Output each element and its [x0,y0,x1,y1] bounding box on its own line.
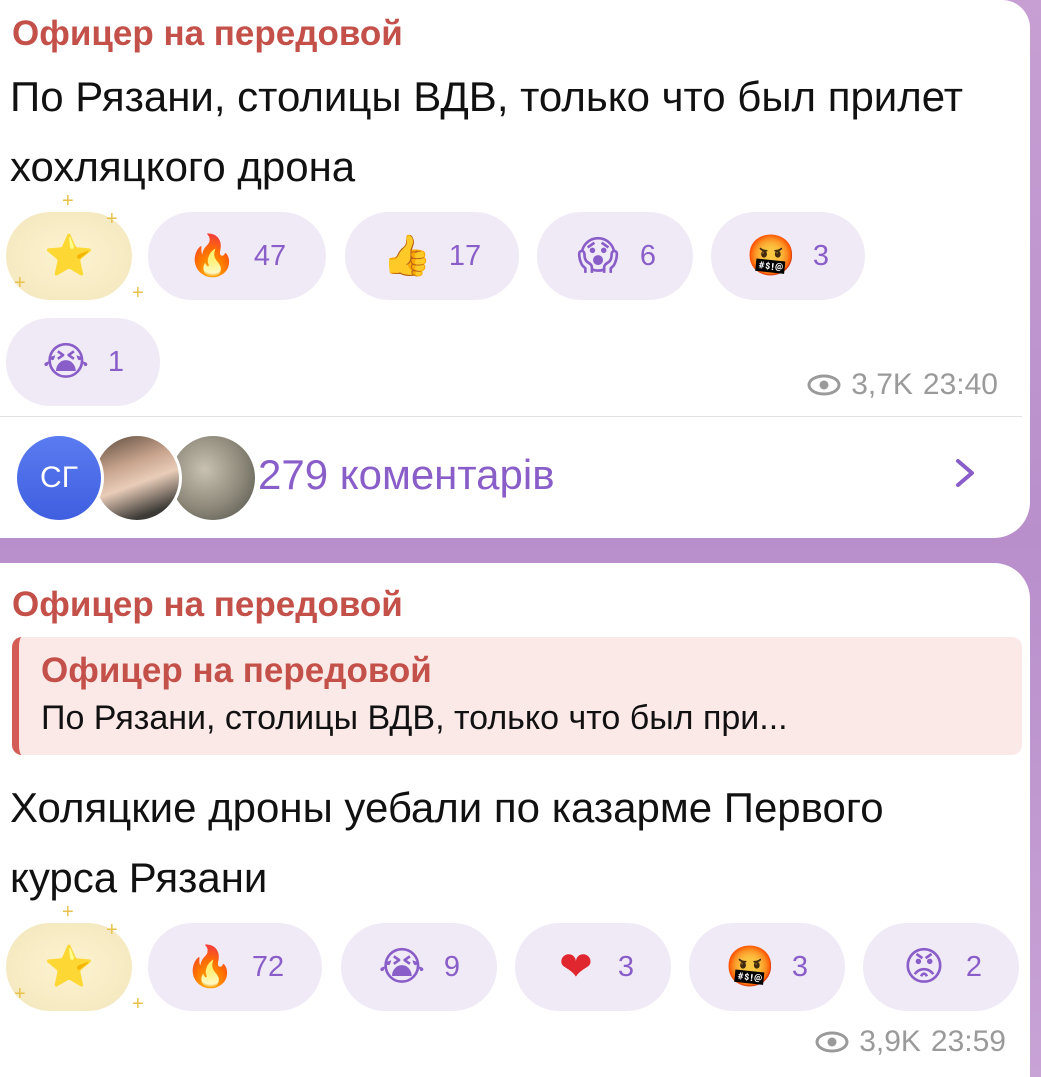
reaction-crying[interactable]: 😭 9 [341,923,497,1011]
avatar: СГ [14,433,104,523]
reaction-count: 9 [443,950,461,983]
comments-button[interactable]: СГ 279 коментарів [0,417,1030,527]
reaction-thumbs-up[interactable]: 👍 17 [345,212,519,300]
reaction-count: 3 [617,950,635,983]
star-reaction[interactable]: ⭐ + + + + [6,190,144,304]
chevron-right-icon [956,459,974,487]
reaction-count: 17 [448,239,482,272]
thumbs-up-icon: 👍 [381,234,432,278]
view-count: 3,7K [851,368,913,401]
reaction-cursing[interactable]: 🤬 3 [711,212,865,300]
reply-text: По Рязани, столицы ВДВ, только что был п… [41,699,788,737]
message-meta: 3,9K 23:59 [815,1025,1006,1059]
reaction-screaming[interactable]: 😱 6 [537,212,693,300]
heart-icon: ❤ [559,945,593,989]
message-bubble[interactable]: Офицер на передовой По Рязани, столицы В… [0,0,1030,538]
reaction-angry[interactable]: 😡 2 [863,923,1019,1011]
reaction-heart[interactable]: ❤ 3 [515,923,671,1011]
reply-author: Офицер на передовой [41,651,432,690]
cursing-face-icon: 🤬 [746,234,796,278]
message-author[interactable]: Офицер на передовой [12,585,403,625]
angry-face-icon: 😡 [903,945,945,989]
fire-icon: 🔥 [184,945,235,989]
crying-face-icon: 😭 [42,340,90,384]
reaction-cursing[interactable]: 🤬 3 [689,923,845,1011]
avatar [92,433,182,523]
reaction-fire[interactable]: 🔥 72 [148,923,322,1011]
star-icon: ⭐ [44,234,94,278]
crying-face-icon: 😭 [378,945,426,989]
message-text: По Рязани, столицы ВДВ, только что был п… [10,73,963,190]
message-time: 23:40 [922,368,998,401]
reaction-count: 3 [791,950,809,983]
reaction-crying[interactable]: 😭 1 [6,318,160,406]
eye-icon [807,374,841,396]
reaction-fire[interactable]: 🔥 47 [148,212,326,300]
message-time: 23:59 [930,1025,1006,1058]
reaction-count: 72 [251,950,285,983]
reaction-count: 47 [253,239,287,272]
star-icon: ⭐ [44,945,94,989]
star-reaction[interactable]: ⭐ + + + + [6,901,144,1015]
eye-icon [815,1031,849,1053]
comments-label: 279 коментарів [258,451,555,498]
reaction-count: 6 [639,239,657,272]
message-meta: 3,7K 23:40 [807,368,998,402]
fire-icon: 🔥 [186,234,237,278]
screaming-face-icon: 😱 [577,234,619,278]
reaction-count: 1 [107,345,125,378]
reaction-count: 3 [812,239,830,272]
avatar-initials: СГ [40,461,78,494]
reaction-count: 2 [965,950,983,983]
cursing-face-icon: 🤬 [725,945,775,989]
reply-quote[interactable]: Офицер на передовой По Рязани, столицы В… [12,637,1022,755]
message-bubble[interactable]: Офицер на передовой Офицер на передовой … [0,563,1030,1077]
message-text: Холяцкие дроны уебали по казарме Первого… [10,784,884,901]
view-count: 3,9K [859,1025,921,1058]
message-author[interactable]: Офицер на передовой [12,14,403,54]
